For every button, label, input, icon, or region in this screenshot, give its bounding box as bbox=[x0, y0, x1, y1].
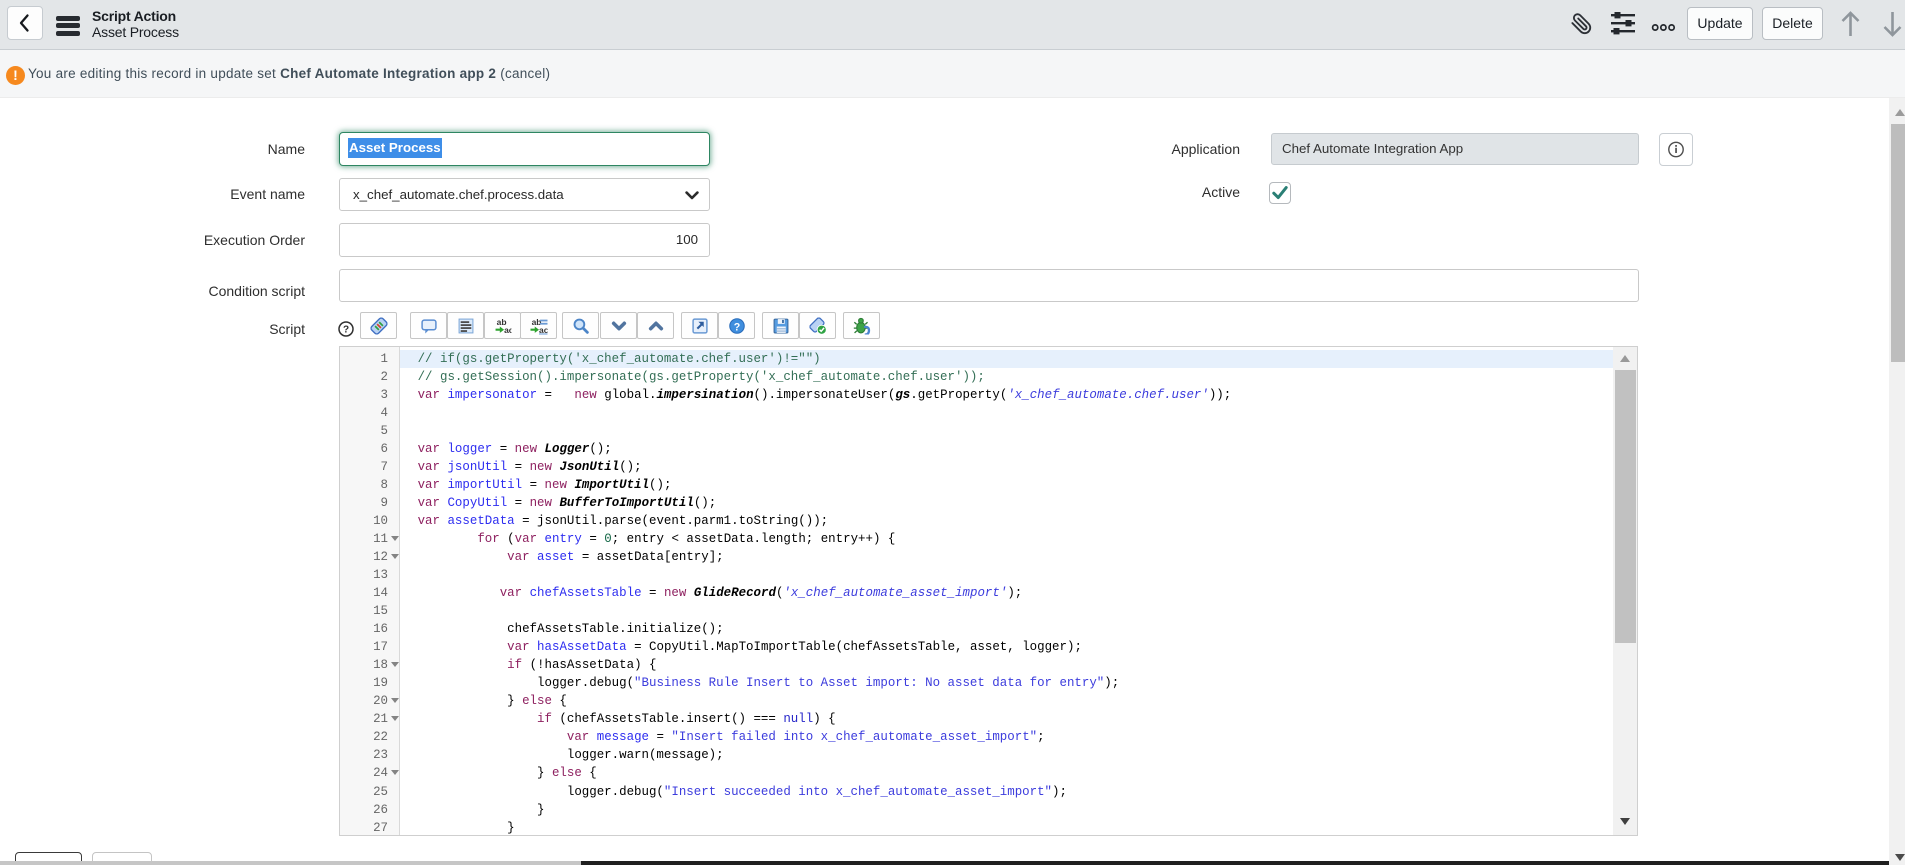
svg-text:?: ? bbox=[733, 321, 739, 333]
svg-text:ac: ac bbox=[504, 324, 511, 334]
svg-text:?: ? bbox=[343, 325, 349, 336]
svg-text:ac: ac bbox=[539, 324, 548, 334]
